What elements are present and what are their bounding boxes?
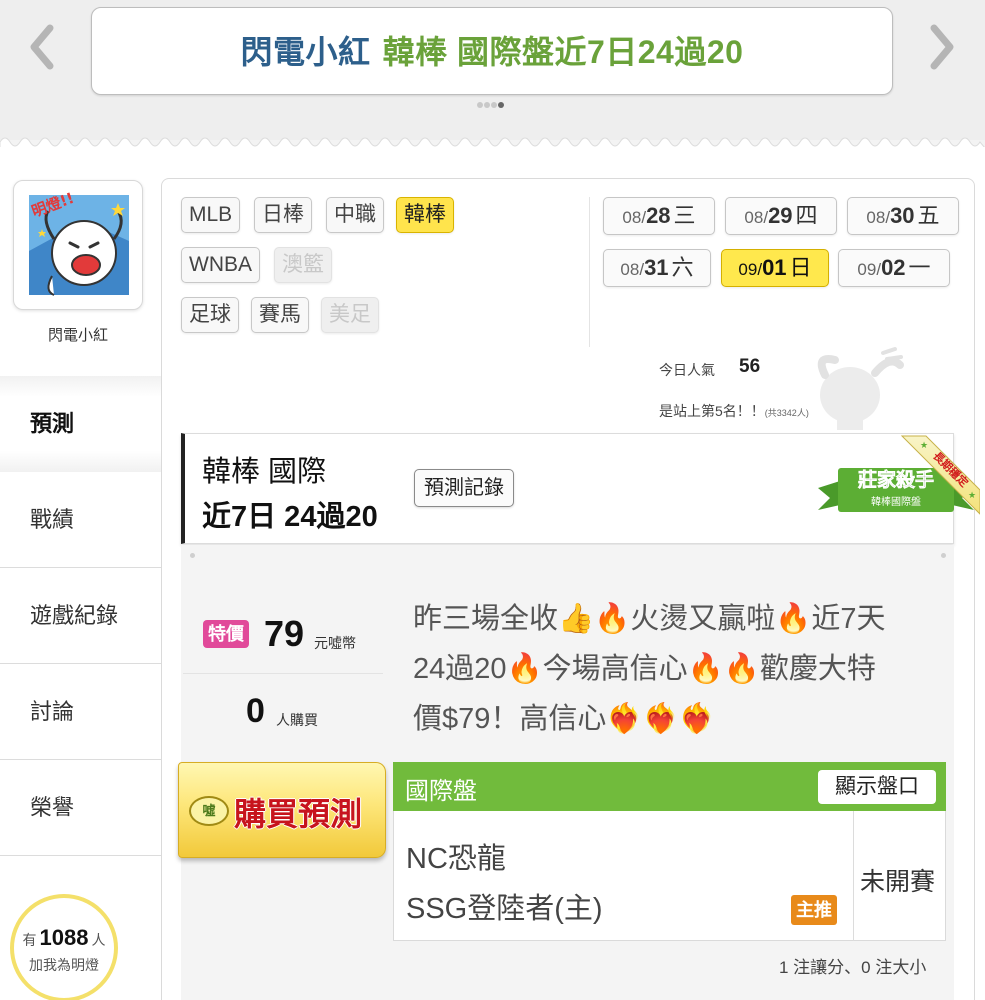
date-day: 02 [881, 255, 906, 280]
buyers-count: 0 [246, 692, 265, 730]
market-divider [853, 811, 854, 941]
date-month: 09/ [738, 260, 763, 279]
banner-title: 韓棒 國際盤近7日24過20 [382, 34, 744, 70]
carousel-dot[interactable] [477, 102, 483, 108]
sidebar-item-predictions[interactable]: 預測 [0, 376, 161, 472]
fans-count: 1088 [39, 925, 89, 950]
sport-tag-soccer[interactable]: 足球 [181, 297, 239, 333]
date-month: 08/ [744, 208, 769, 227]
bet-summary: 1 注讓分、0 注大小 [779, 958, 927, 977]
filter-divider [589, 197, 590, 347]
avatar[interactable]: 明燈!! [13, 180, 143, 310]
carousel-dot[interactable] [491, 102, 497, 108]
sidebar-item-game-log[interactable]: 遊戲紀錄 [0, 568, 161, 664]
date-day: 29 [768, 203, 793, 228]
sidebar-item-discussion[interactable]: 討論 [0, 664, 161, 760]
rank-total: (共3342人) [764, 408, 809, 418]
analysis-line: 昨三場全收👍🔥火燙又贏啦🔥近7天 [413, 603, 886, 635]
popularity-label: 今日人氣 [659, 362, 715, 378]
decorative-figure [817, 347, 904, 430]
buy-prediction-label[interactable]: 購買預測 [234, 789, 362, 835]
date-month: 08/ [622, 208, 647, 227]
rank-label: 是站上第5名！！ [659, 403, 765, 419]
date-day: 31 [644, 255, 669, 280]
date-button[interactable]: 08/29 四 [725, 197, 837, 235]
badge-subtitle: 韓棒國際盤 [871, 495, 921, 508]
show-odds-button[interactable]: 顯示盤口 [818, 770, 936, 804]
date-day: 01 [762, 255, 787, 280]
svg-text:★: ★ [920, 441, 928, 451]
sport-tag-mlb[interactable]: MLB [181, 197, 241, 233]
date-button[interactable]: 08/30 五 [847, 197, 959, 235]
sidebar-item-honors[interactable]: 榮譽 [0, 760, 161, 856]
date-button[interactable]: 08/28 三 [603, 197, 715, 235]
badge-title: 莊家殺手 [858, 468, 934, 491]
sport-tag-nfl: 美足 [321, 297, 379, 333]
analysis-line: 24過20🔥今場高信心🔥🔥歡慶大特 [413, 653, 876, 685]
date-button[interactable]: 08/31 六 [603, 249, 711, 287]
date-weekday: 一 [908, 255, 931, 280]
market-title: 國際盤 [405, 778, 477, 805]
chevron-left-icon[interactable] [22, 22, 62, 72]
date-button[interactable]: 09/02 一 [838, 249, 950, 287]
popularity-value: 56 [739, 356, 761, 377]
main-pick-badge: 主推 [791, 895, 837, 925]
banner-predictor-name: 閃電小紅 [240, 34, 371, 70]
panel-corner-dot [941, 553, 946, 558]
coin-icon: 噓 [189, 796, 229, 826]
follow-lamp-button[interactable]: 有 1088 人 加我為明燈 [10, 894, 118, 1000]
panel-corner-dot [190, 553, 195, 558]
sport-tag-nbl: 澳籃 [274, 247, 332, 283]
price-value: 79 [264, 613, 305, 654]
date-weekday: 三 [673, 203, 696, 228]
price-unit: 元噓幣 [314, 635, 356, 651]
date-day: 28 [646, 203, 671, 228]
pick-analysis-text: 昨三場全收👍🔥火燙又贏啦🔥近7天 24過20🔥今場高信心🔥🔥歡慶大特 價$79！… [413, 594, 923, 744]
sport-tag-horse-racing[interactable]: 賽馬 [251, 297, 309, 333]
away-team: NC恐龍 [406, 843, 506, 875]
date-weekday: 五 [917, 203, 940, 228]
home-team: SSG登陸者(主) [406, 893, 603, 925]
profile-name: 閃電小紅 [47, 327, 108, 344]
rank-text: 是站上第5名！！(共3342人) [659, 401, 809, 421]
dealer-killer-badge-icon: 莊家殺手 韓棒國際盤 長期穩定 ★ ★ [818, 435, 980, 515]
date-month: 09/ [857, 260, 882, 279]
pick-category: 韓棒 國際 [202, 456, 327, 488]
date-weekday: 六 [671, 255, 694, 280]
headline-banner[interactable]: 閃電小紅 韓棒 國際盤近7日24過20 [91, 7, 893, 95]
date-month: 08/ [866, 208, 891, 227]
wave-divider [0, 137, 985, 148]
sidebar-menu: 預測 戰績 遊戲紀錄 討論 榮譽 [0, 376, 161, 856]
date-weekday: 日 [789, 255, 812, 280]
match-status: 未開賽 [860, 868, 936, 896]
carousel-dot-active[interactable] [498, 102, 504, 108]
special-price-badge: 特價 [203, 620, 249, 648]
sport-tag-npb[interactable]: 日棒 [254, 197, 312, 233]
svg-text:★: ★ [968, 491, 976, 501]
carousel-dots [477, 102, 504, 108]
chevron-right-icon[interactable] [922, 22, 962, 72]
pick-record-summary: 近7日 24過20 [202, 501, 378, 533]
carousel-dot[interactable] [484, 102, 490, 108]
date-weekday: 四 [795, 203, 818, 228]
analysis-line: 價$79！高信心❤️‍🔥❤️‍🔥❤️‍🔥 [413, 703, 715, 735]
avatar-image: 明燈!! [29, 189, 129, 296]
fans-prefix: 有 [22, 932, 37, 948]
sport-tag-kbo[interactable]: 韓棒 [396, 197, 454, 233]
date-month: 08/ [620, 260, 645, 279]
sport-tag-cpbl[interactable]: 中職 [326, 197, 384, 233]
fans-suffix: 人 [91, 932, 106, 948]
fans-cta: 加我為明燈 [29, 957, 99, 973]
date-day: 30 [890, 203, 915, 228]
prediction-record-button[interactable]: 預測記錄 [414, 469, 514, 507]
sport-tag-wnba[interactable]: WNBA [181, 247, 260, 283]
sidebar-item-record[interactable]: 戰績 [0, 472, 161, 568]
buyers-unit: 人購買 [276, 712, 318, 728]
date-button-selected[interactable]: 09/01 日 [721, 249, 829, 287]
